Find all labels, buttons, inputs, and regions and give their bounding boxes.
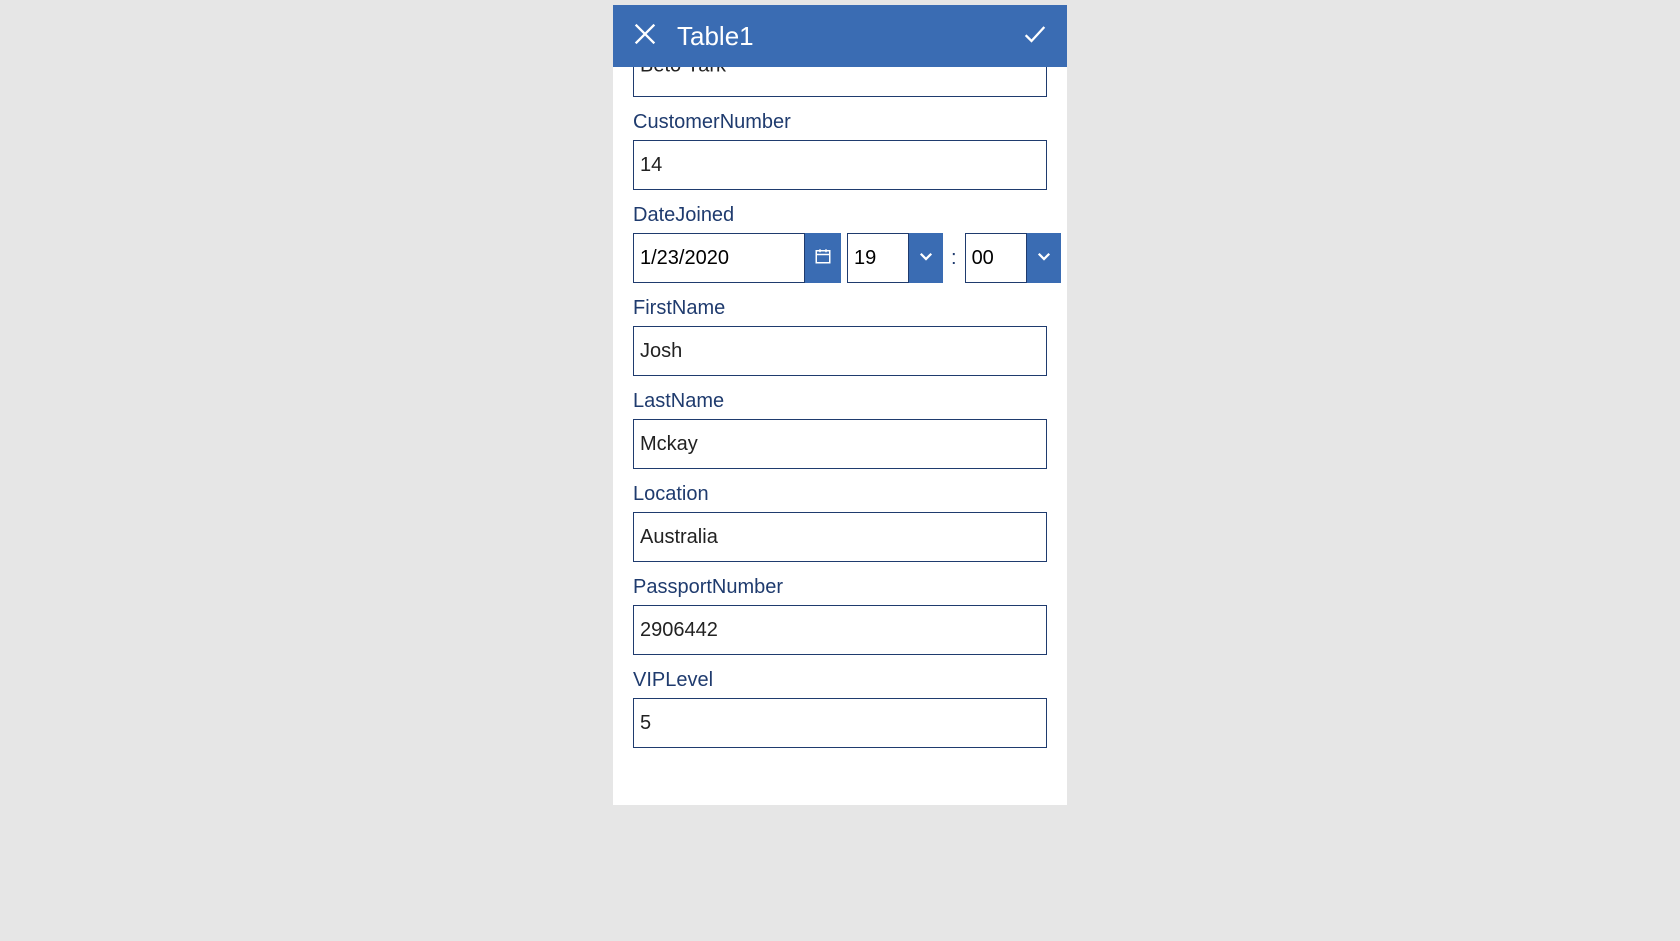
field-vip-level: VIPLevel <box>633 669 1047 748</box>
field-date-joined: DateJoined 1/23/2020 19 <box>633 204 1047 283</box>
close-icon[interactable] <box>631 20 659 53</box>
vip-level-label: VIPLevel <box>633 669 1047 692</box>
field-passport-number: PassportNumber <box>633 576 1047 655</box>
date-joined-date[interactable]: 1/23/2020 <box>633 233 805 283</box>
date-joined-minute[interactable]: 00 <box>965 233 1027 283</box>
date-joined-row: 1/23/2020 19 : <box>633 233 1047 283</box>
time-colon: : <box>949 247 959 270</box>
location-input[interactable] <box>633 512 1047 562</box>
location-label: Location <box>633 483 1047 506</box>
hour-dropdown-button[interactable] <box>909 233 943 283</box>
passport-number-label: PassportNumber <box>633 576 1047 599</box>
date-joined-label: DateJoined <box>633 204 1047 227</box>
clipped-field-input[interactable]: Beto Yark <box>633 67 1047 97</box>
header-left: Table1 <box>631 20 754 53</box>
hour-segment: 19 <box>847 233 943 283</box>
field-last-name: LastName <box>633 390 1047 469</box>
form-title: Table1 <box>677 21 754 52</box>
form-body[interactable]: Beto Yark CustomerNumber DateJoined 1/23… <box>613 67 1067 805</box>
check-icon[interactable] <box>1021 20 1049 53</box>
date-segment: 1/23/2020 <box>633 233 841 283</box>
minute-dropdown-button[interactable] <box>1027 233 1061 283</box>
field-location: Location <box>633 483 1047 562</box>
field-customer-number: CustomerNumber <box>633 111 1047 190</box>
chevron-down-icon <box>917 247 935 270</box>
customer-number-label: CustomerNumber <box>633 111 1047 134</box>
chevron-down-icon <box>1035 247 1053 270</box>
passport-number-input[interactable] <box>633 605 1047 655</box>
last-name-input[interactable] <box>633 419 1047 469</box>
last-name-label: LastName <box>633 390 1047 413</box>
first-name-label: FirstName <box>633 297 1047 320</box>
clipped-field-value: Beto Yark <box>640 67 726 80</box>
first-name-input[interactable] <box>633 326 1047 376</box>
field-first-name: FirstName <box>633 297 1047 376</box>
vip-level-input[interactable] <box>633 698 1047 748</box>
form-header: Table1 <box>613 5 1067 67</box>
calendar-button[interactable] <box>805 233 841 283</box>
edit-form: Table1 Beto Yark CustomerNumber DateJoin… <box>613 5 1067 805</box>
minute-segment: 00 <box>965 233 1061 283</box>
customer-number-input[interactable] <box>633 140 1047 190</box>
date-joined-hour[interactable]: 19 <box>847 233 909 283</box>
calendar-icon <box>814 247 832 270</box>
